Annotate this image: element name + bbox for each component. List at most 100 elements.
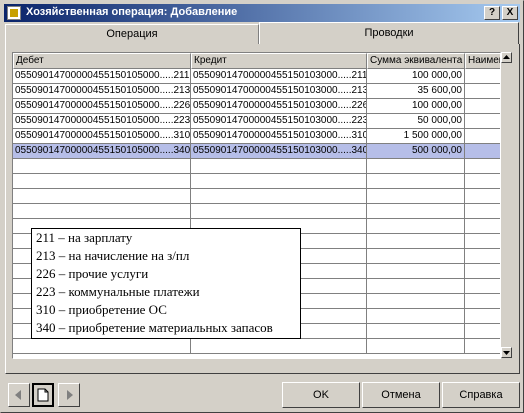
new-document-icon[interactable] — [32, 383, 54, 407]
cell-debet[interactable]: 05509014700000455150105000.....310 — [13, 129, 191, 144]
cell-kredit[interactable]: 05509014700000455150103000.....310 — [191, 129, 367, 144]
arrow-left-icon[interactable] — [8, 383, 30, 407]
cell-debet[interactable] — [13, 339, 191, 354]
bottom-bar: OK Отмена Справка — [4, 379, 520, 411]
tab-operation[interactable]: Операция — [5, 24, 259, 44]
column-header-summa[interactable]: Сумма эквивалента — [367, 53, 465, 69]
cell-name[interactable] — [465, 309, 500, 324]
cell-kredit[interactable] — [191, 189, 367, 204]
empty-table-row[interactable] — [13, 204, 500, 219]
cell-summa[interactable] — [367, 294, 465, 309]
cell-name[interactable] — [465, 339, 500, 354]
cell-summa[interactable] — [367, 249, 465, 264]
cell-summa[interactable]: 500 000,00 — [367, 144, 465, 159]
cell-name[interactable] — [465, 189, 500, 204]
cell-name[interactable] — [465, 204, 500, 219]
arrow-right-icon[interactable] — [58, 383, 80, 407]
cell-name[interactable] — [465, 249, 500, 264]
title-bar: Хозяйственная операция: Добавление ? X — [4, 4, 520, 22]
legend-line: 211 – на зарплату — [36, 230, 133, 245]
cancel-button[interactable]: Отмена — [362, 382, 440, 408]
cell-name[interactable] — [465, 129, 500, 144]
table-row[interactable]: 05509014700000455150105000.....340 055090… — [13, 144, 500, 159]
cell-name[interactable] — [465, 99, 500, 114]
column-header-name[interactable]: Наимено — [465, 53, 500, 69]
cell-summa[interactable] — [367, 159, 465, 174]
column-header-kredit[interactable]: Кредит — [191, 53, 367, 69]
window-title: Хозяйственная операция: Добавление — [26, 6, 238, 18]
vertical-scrollbar[interactable] — [501, 52, 512, 359]
cell-debet[interactable] — [13, 204, 191, 219]
cell-debet[interactable]: 05509014700000455150105000.....340 — [13, 144, 191, 159]
close-button[interactable]: X — [502, 6, 518, 20]
cell-summa[interactable]: 100 000,00 — [367, 69, 465, 84]
cell-debet[interactable]: 05509014700000455150105000.....213 — [13, 84, 191, 99]
table-row[interactable]: 05509014700000455150105000.....223 055090… — [13, 114, 500, 129]
table-row[interactable]: 05509014700000455150105000.....310 055090… — [13, 129, 500, 144]
cell-debet[interactable]: 05509014700000455150105000.....211 — [13, 69, 191, 84]
cell-name[interactable] — [465, 174, 500, 189]
cell-summa[interactable] — [367, 174, 465, 189]
cell-name[interactable] — [465, 324, 500, 339]
empty-table-row[interactable] — [13, 189, 500, 204]
cell-summa[interactable]: 100 000,00 — [367, 99, 465, 114]
legend-line: 310 – приобретение ОС — [36, 302, 167, 317]
grid-header-row: Дебет Кредит Сумма эквивалента Наимено — [13, 53, 500, 69]
cell-name[interactable] — [465, 114, 500, 129]
cell-kredit[interactable] — [191, 204, 367, 219]
cell-kredit[interactable] — [191, 174, 367, 189]
table-row[interactable]: 05509014700000455150105000.....211 055090… — [13, 69, 500, 84]
column-header-debet[interactable]: Дебет — [13, 53, 191, 69]
cell-debet[interactable]: 05509014700000455150105000.....226 — [13, 99, 191, 114]
cell-summa[interactable] — [367, 219, 465, 234]
cell-name[interactable] — [465, 279, 500, 294]
cell-summa[interactable]: 35 600,00 — [367, 84, 465, 99]
cell-summa[interactable] — [367, 234, 465, 249]
cell-name[interactable] — [465, 144, 500, 159]
cell-summa[interactable] — [367, 204, 465, 219]
table-row[interactable]: 05509014700000455150105000.....213 055090… — [13, 84, 500, 99]
legend-line: 226 – прочие услуги — [36, 266, 149, 281]
empty-table-row[interactable] — [13, 339, 500, 354]
cell-kredit[interactable]: 05509014700000455150103000.....223 — [191, 114, 367, 129]
cell-summa[interactable] — [367, 189, 465, 204]
cell-debet[interactable] — [13, 174, 191, 189]
table-row[interactable]: 05509014700000455150105000.....226 055090… — [13, 99, 500, 114]
empty-table-row[interactable] — [13, 174, 500, 189]
cell-summa[interactable] — [367, 264, 465, 279]
cell-name[interactable] — [465, 294, 500, 309]
cell-summa[interactable] — [367, 324, 465, 339]
cell-name[interactable] — [465, 84, 500, 99]
legend-line: 340 – приобретение материальных запасов — [36, 320, 273, 335]
cell-summa[interactable]: 50 000,00 — [367, 114, 465, 129]
empty-table-row[interactable] — [13, 159, 500, 174]
tab-postings[interactable]: Проводки — [259, 22, 519, 44]
legend-line: 213 – на начисление на з/пл — [36, 248, 190, 263]
scroll-down-icon[interactable] — [501, 347, 512, 358]
code-legend-overlay: 211 – на зарплату 213 – на начисление на… — [31, 228, 301, 339]
scroll-up-icon[interactable] — [501, 52, 512, 63]
cell-kredit[interactable]: 05509014700000455150103000.....340 — [191, 144, 367, 159]
cell-kredit[interactable] — [191, 159, 367, 174]
cell-debet[interactable] — [13, 159, 191, 174]
ok-button[interactable]: OK — [282, 382, 360, 408]
cell-name[interactable] — [465, 69, 500, 84]
cell-kredit[interactable]: 05509014700000455150103000.....211 — [191, 69, 367, 84]
cell-summa[interactable] — [367, 339, 465, 354]
cell-debet[interactable]: 05509014700000455150105000.....223 — [13, 114, 191, 129]
cell-name[interactable] — [465, 234, 500, 249]
cell-kredit[interactable]: 05509014700000455150103000.....226 — [191, 99, 367, 114]
cell-name[interactable] — [465, 264, 500, 279]
cell-kredit[interactable]: 05509014700000455150103000.....213 — [191, 84, 367, 99]
cell-summa[interactable] — [367, 279, 465, 294]
cell-summa[interactable] — [367, 309, 465, 324]
cell-kredit[interactable] — [191, 339, 367, 354]
cell-debet[interactable] — [13, 189, 191, 204]
cell-name[interactable] — [465, 159, 500, 174]
cell-summa[interactable]: 1 500 000,00 — [367, 129, 465, 144]
dialog-window: Хозяйственная операция: Добавление ? X О… — [0, 0, 524, 413]
help-title-button[interactable]: ? — [484, 6, 500, 20]
help-button[interactable]: Справка — [442, 382, 520, 408]
cell-name[interactable] — [465, 219, 500, 234]
legend-line: 223 – коммунальные платежи — [36, 284, 200, 299]
